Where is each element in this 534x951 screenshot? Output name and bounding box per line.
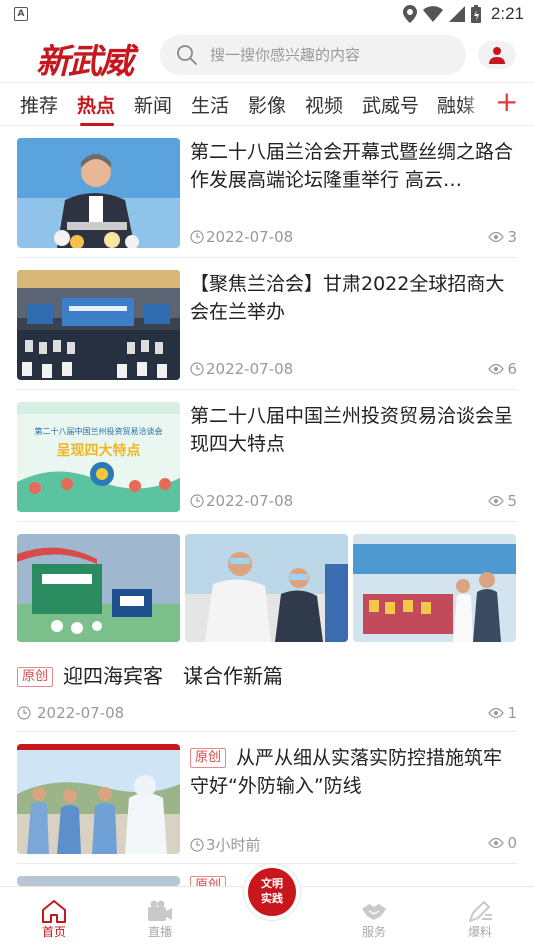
nav-report[interactable]: 爆料 bbox=[440, 887, 520, 951]
status-bar: A 2:21 bbox=[0, 0, 534, 28]
news-date: 2022-07-08 bbox=[17, 704, 124, 722]
signal-icon bbox=[448, 6, 465, 22]
news-title: 【聚焦兰洽会】甘肃2022全球招商大会在兰举办 bbox=[190, 273, 505, 323]
news-item[interactable]: 第二十八届兰洽会开幕式暨丝绸之路合作发展高端论坛隆重举行 高云… 2022-07… bbox=[0, 126, 534, 258]
clock-icon bbox=[17, 706, 31, 720]
clock-icon bbox=[190, 362, 204, 376]
news-date: 2022-07-08 bbox=[190, 492, 293, 510]
news-views: 6 bbox=[488, 360, 517, 378]
search-placeholder: 搜一搜你感兴趣的内容 bbox=[210, 46, 361, 64]
clock: 2:21 bbox=[490, 4, 524, 23]
news-views: 0 bbox=[488, 834, 517, 852]
tab-news[interactable]: 新闻 bbox=[134, 91, 172, 118]
video-camera-icon bbox=[148, 900, 172, 921]
news-views: 1 bbox=[488, 704, 517, 722]
news-title: 迎四海宾客 谋合作新篇 bbox=[63, 664, 284, 688]
add-channel-button[interactable]: + bbox=[495, 85, 518, 118]
center-button-label: 文明 实践 bbox=[261, 877, 283, 905]
news-date: 2022-07-08 bbox=[190, 228, 293, 246]
news-date: 2022-07-08 bbox=[190, 360, 293, 378]
news-title-row: 原创 迎四海宾客 谋合作新篇 bbox=[17, 660, 283, 689]
original-badge: 原创 bbox=[190, 876, 227, 886]
notification-icon: A bbox=[14, 7, 28, 21]
search-icon bbox=[177, 45, 197, 65]
eye-icon bbox=[488, 495, 505, 507]
original-badge: 原创 bbox=[190, 748, 227, 768]
news-thumbnail bbox=[17, 534, 180, 642]
news-thumbnail: 第二十八届中国兰州投资贸易洽谈会 呈现四大特点 bbox=[17, 402, 180, 512]
civilization-practice-button[interactable]: 文明 实践 bbox=[244, 864, 300, 920]
tab-life[interactable]: 生活 bbox=[191, 91, 229, 118]
wifi-icon bbox=[422, 6, 443, 22]
clock-icon bbox=[190, 230, 204, 244]
news-thumbnail bbox=[17, 270, 180, 380]
handshake-icon bbox=[362, 904, 386, 920]
location-icon bbox=[402, 5, 417, 23]
search-bar[interactable]: 搜一搜你感兴趣的内容 bbox=[160, 35, 466, 75]
clock-icon bbox=[190, 494, 204, 508]
nav-live[interactable]: 直播 bbox=[120, 887, 200, 951]
battery-icon bbox=[470, 5, 481, 23]
tab-photo[interactable]: 影像 bbox=[248, 91, 286, 118]
news-views: 3 bbox=[488, 228, 517, 246]
eye-icon bbox=[488, 707, 505, 719]
tab-wuwei-account[interactable]: 武威号 bbox=[362, 91, 419, 118]
original-badge: 原创 bbox=[17, 667, 54, 687]
tab-recommend[interactable]: 推荐 bbox=[20, 91, 58, 118]
news-thumbnail bbox=[353, 534, 516, 642]
nav-home[interactable]: 首页 bbox=[14, 887, 94, 951]
clock-icon bbox=[190, 837, 204, 852]
news-views: 5 bbox=[488, 492, 517, 510]
news-title: 第二十八届中国兰州投资贸易洽谈会呈现四大特点 bbox=[190, 405, 514, 455]
news-title: 从严从细从实落实防控措施筑牢守好“外防输入”防线 bbox=[190, 747, 503, 797]
news-item[interactable]: 【聚焦兰洽会】甘肃2022全球招商大会在兰举办 2022-07-08 6 bbox=[0, 258, 534, 390]
app-header: 新武威 搜一搜你感兴趣的内容 bbox=[0, 28, 534, 82]
tab-hot[interactable]: 热点 bbox=[77, 91, 115, 118]
pen-edit-icon bbox=[469, 901, 492, 922]
news-item[interactable]: 第二十八届中国兰州投资贸易洽谈会 呈现四大特点 第二十八届中国兰州投资贸易洽谈会… bbox=[0, 390, 534, 522]
news-thumbnail bbox=[185, 534, 348, 642]
thumbnail-headline: 呈现四大特点 bbox=[56, 443, 141, 459]
thumbnail-caption: 第二十八届中国兰州投资贸易洽谈会 bbox=[34, 427, 163, 436]
user-icon bbox=[489, 47, 505, 64]
eye-icon bbox=[488, 231, 505, 243]
tab-video[interactable]: 视频 bbox=[305, 91, 343, 118]
app-logo: 新武威 bbox=[36, 42, 134, 82]
news-item[interactable]: 原创 迎四海宾客 谋合作新篇 2022-07-08 1 bbox=[0, 522, 534, 732]
news-thumbnail bbox=[17, 876, 180, 886]
news-thumbnail bbox=[17, 138, 180, 248]
eye-icon bbox=[488, 837, 505, 849]
news-thumbnail bbox=[17, 744, 180, 854]
news-title: 第二十八届兰洽会开幕式暨丝绸之路合作发展高端论坛隆重举行 高云… bbox=[190, 141, 514, 191]
channel-tabs: 推荐 热点 新闻 生活 影像 视频 武威号 融媒 + bbox=[0, 82, 534, 126]
eye-icon bbox=[488, 363, 505, 375]
news-title-row: 原创 从严从细从实落实防控措施筑牢守好“外防输入”防线 bbox=[190, 744, 516, 800]
nav-services[interactable]: 服务 bbox=[334, 887, 414, 951]
news-item[interactable]: 原创 从严从细从实落实防控措施筑牢守好“外防输入”防线 3小时前 0 bbox=[0, 732, 534, 864]
user-profile-button[interactable] bbox=[478, 41, 516, 69]
news-date: 3小时前 bbox=[190, 834, 261, 855]
home-icon bbox=[42, 900, 66, 923]
